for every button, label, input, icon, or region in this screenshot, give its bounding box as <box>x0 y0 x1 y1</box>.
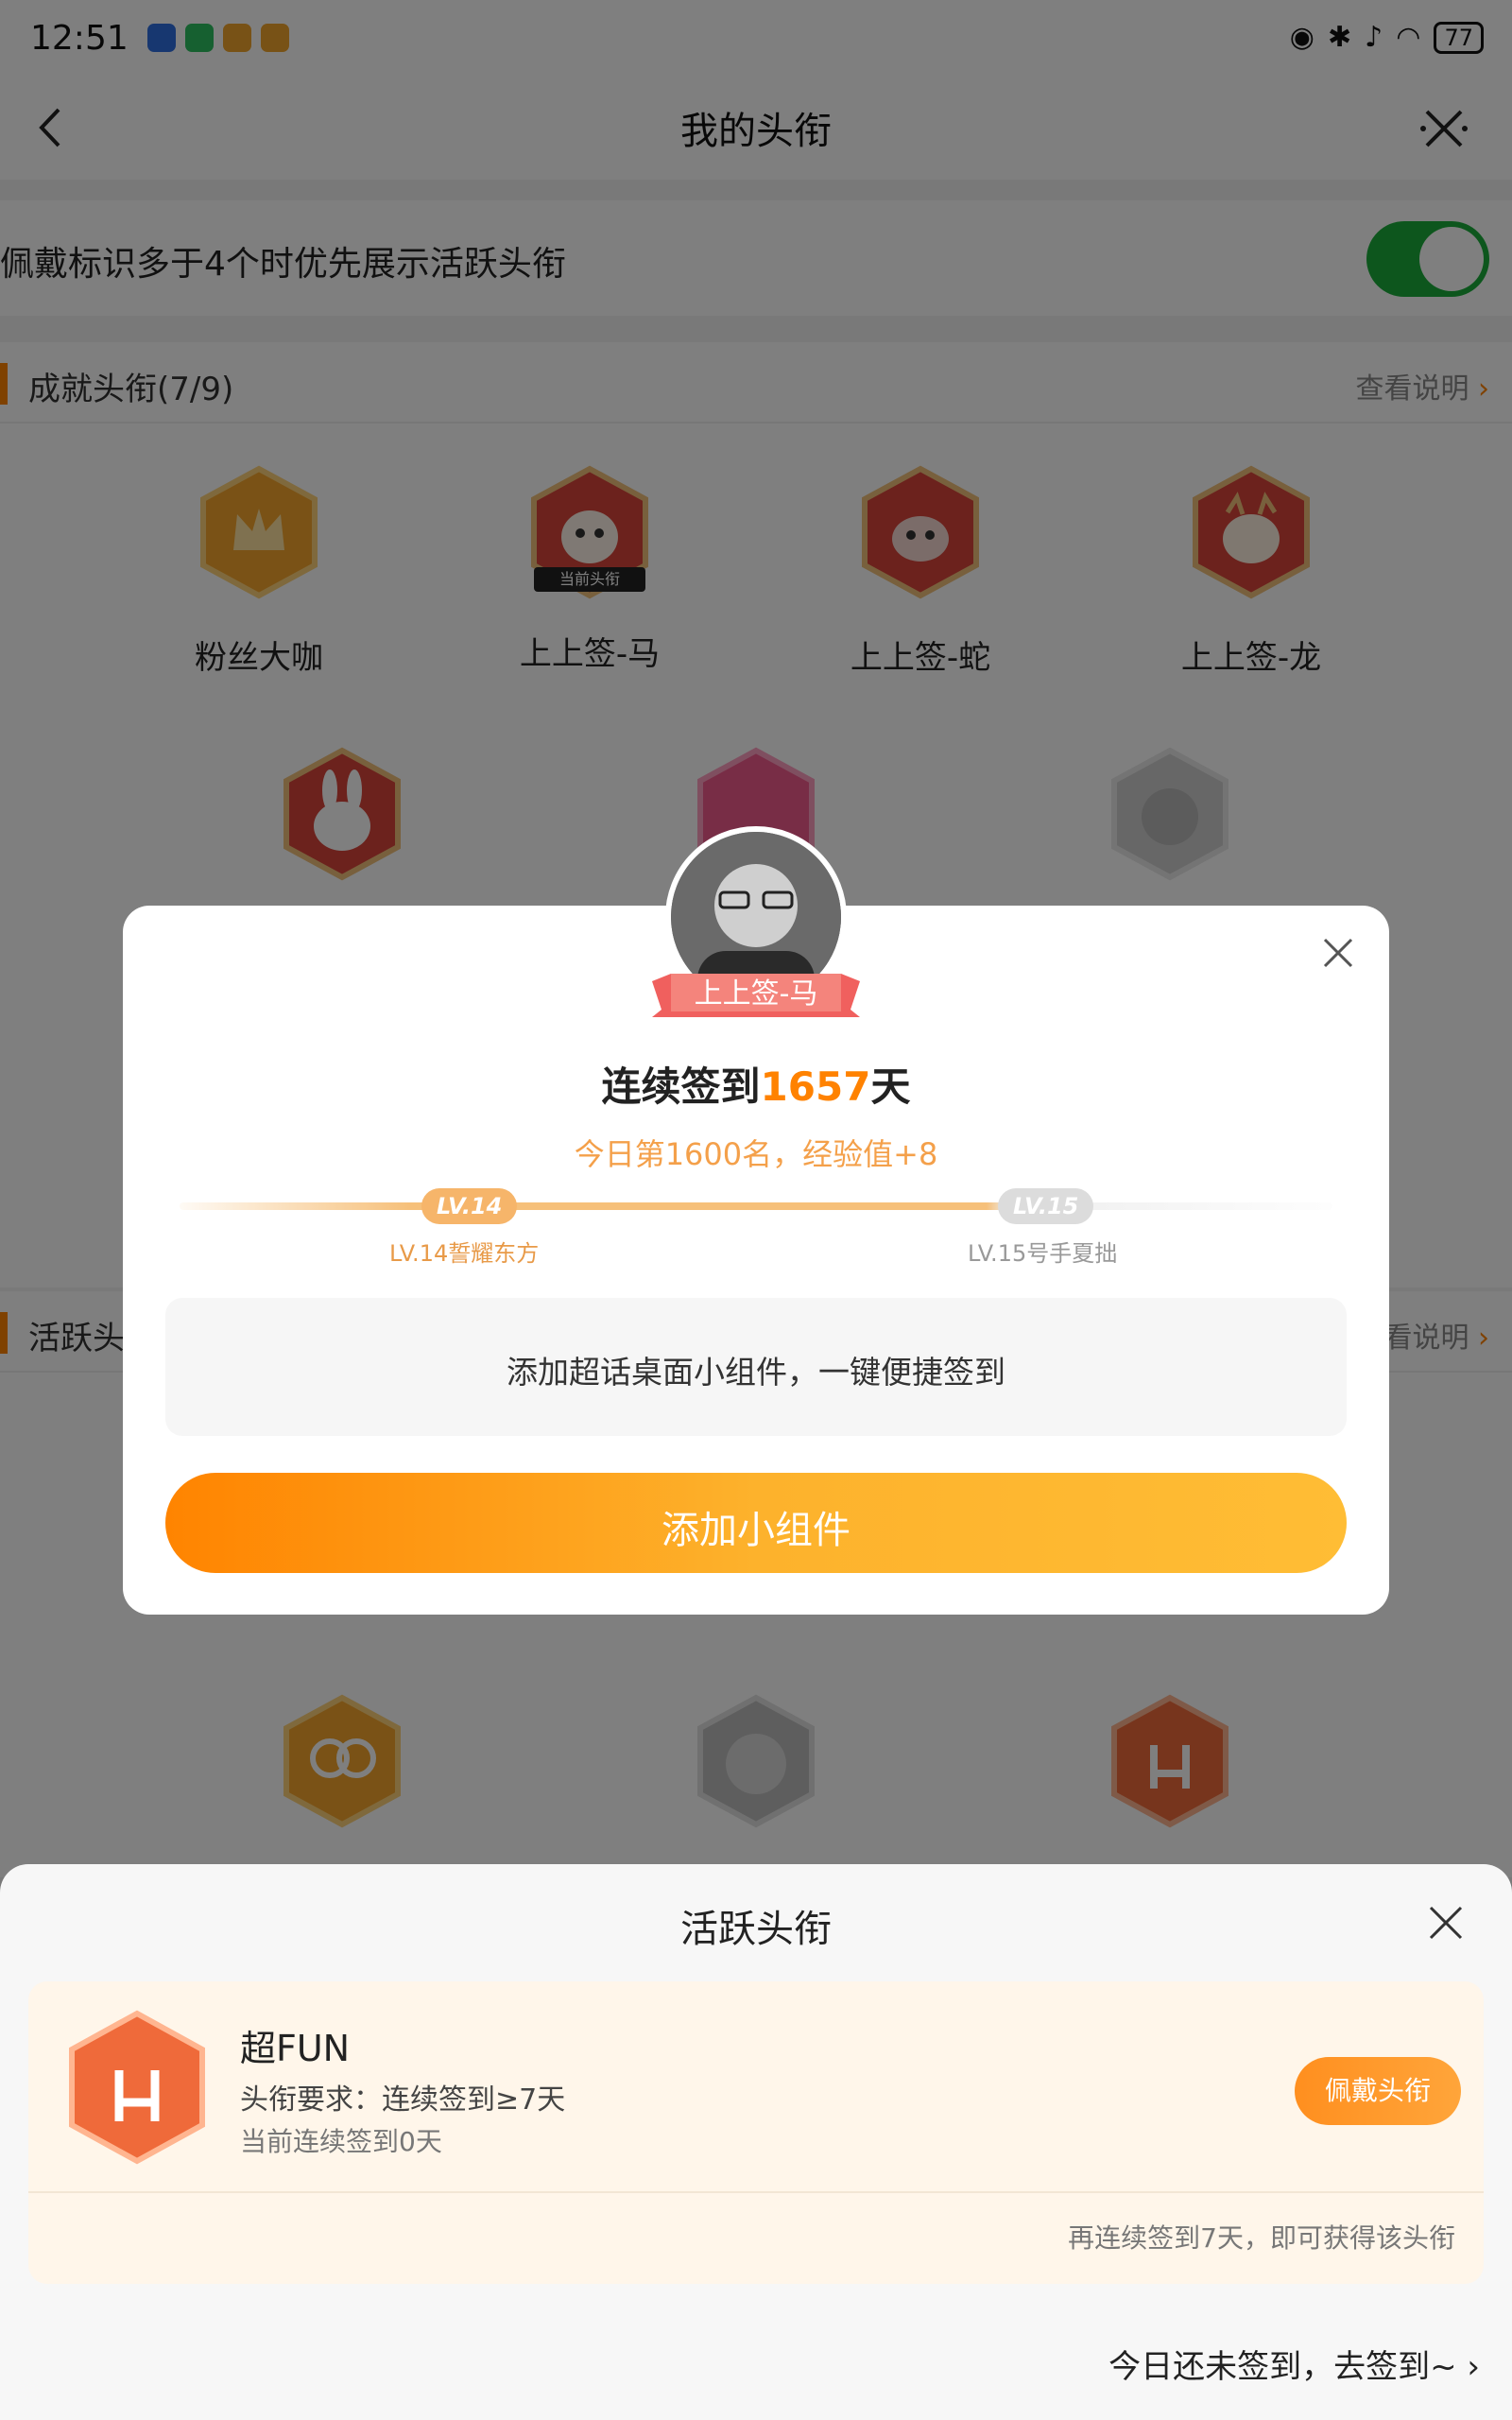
signin-prefix: 连续签到 <box>601 1063 761 1110</box>
avatar-title-ribbon: 上上签-马 <box>652 968 860 1021</box>
rank-text: 今日第1600名，经验值+8 <box>574 1136 938 1172</box>
go-signin-text: 今日还未签到，去签到~ <box>1108 2348 1457 2386</box>
avatar-title-text: 上上签-马 <box>694 977 818 1011</box>
widget-promo-text: 添加超话桌面小组件，一键便捷签到 <box>507 1354 1005 1391</box>
add-widget-label: 添加小组件 <box>662 1509 850 1552</box>
add-widget-button[interactable]: 添加小组件 <box>165 1473 1347 1573</box>
sheet-title: 活跃头衔 <box>680 1908 832 1951</box>
badge-current-progress: 当前连续签到0天 <box>240 2126 442 2157</box>
current-level-name: LV.14誓耀东方 <box>389 1240 540 1267</box>
widget-promo: 添加超话桌面小组件，一键便捷签到 <box>165 1298 1347 1436</box>
badge-name: 超FUN <box>240 2028 351 2069</box>
rock-hand-badge-icon <box>69 2010 205 2165</box>
badge-detail-card: 超FUN 头衔要求：连续签到≥7天 当前连续签到0天 佩戴头衔 再连续签到7天，… <box>28 1981 1484 2284</box>
popup-close-icon[interactable] <box>1310 925 1366 981</box>
next-level-name: LV.15号手夏拙 <box>968 1240 1118 1267</box>
next-level-pill: LV.15 <box>998 1188 1094 1224</box>
current-level-pill: LV.14 <box>421 1188 518 1224</box>
active-title-sheet: 活跃头衔 超FUN 头衔要求：连续签到≥7天 当前连续签到0天 佩戴头衔 再连续… <box>0 1864 1512 2420</box>
wear-title-button[interactable]: 佩戴头衔 <box>1295 2057 1461 2125</box>
card-divider <box>28 2191 1484 2193</box>
go-signin-link[interactable]: 今日还未签到，去签到~ › <box>1108 2341 1480 2387</box>
level-progress-bar <box>180 1202 1332 1210</box>
badge-requirement: 头衔要求：连续签到≥7天 <box>240 2083 566 2117</box>
signin-suffix: 天 <box>870 1063 911 1110</box>
signin-streak: 连续签到1657天 <box>123 1055 1389 1113</box>
badge-hint: 再连续签到7天，即可获得该头衔 <box>1068 2222 1455 2254</box>
sheet-close-icon[interactable] <box>1421 1898 1470 1947</box>
signin-days: 1657 <box>760 1063 871 1110</box>
chevron-right-icon: › <box>1467 2348 1480 2386</box>
